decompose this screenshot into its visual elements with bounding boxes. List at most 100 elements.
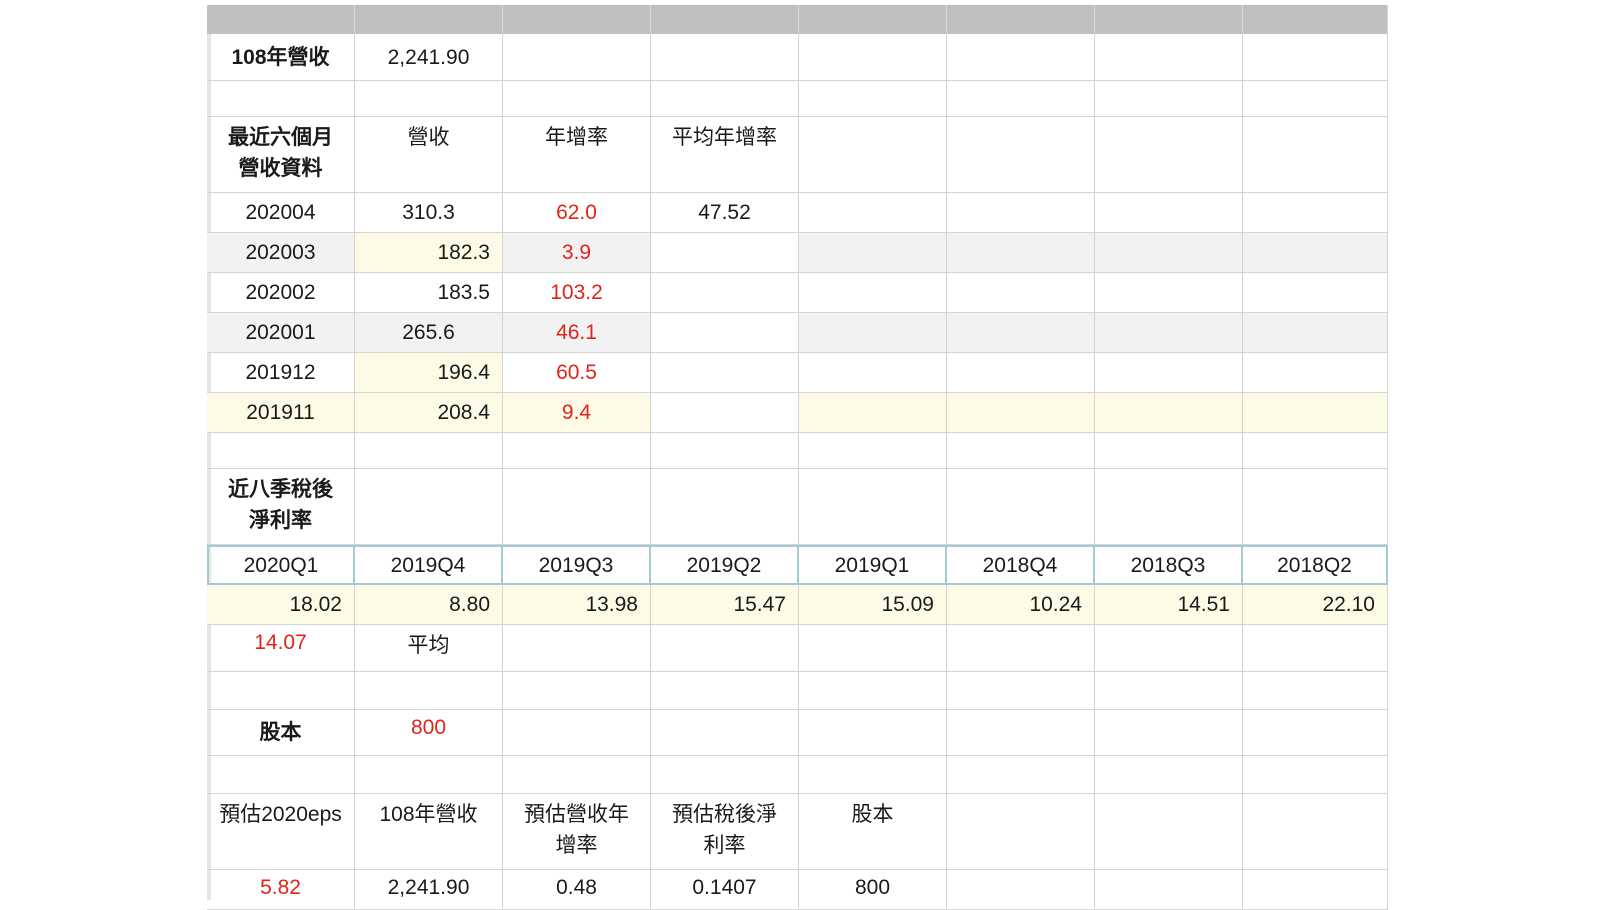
empty-cell[interactable]: [1095, 625, 1243, 671]
empty-cell[interactable]: [799, 353, 947, 392]
quarter-label-cell[interactable]: 2019Q1: [799, 547, 947, 583]
rev108-label-cell[interactable]: 108年營收: [207, 34, 355, 80]
month-cell[interactable]: 202002: [207, 273, 355, 312]
empty-cell[interactable]: [207, 81, 355, 116]
quarters-title-cell[interactable]: 近八季稅後淨利率: [207, 469, 355, 544]
empty-cell[interactable]: [1095, 870, 1243, 909]
empty-cell[interactable]: [651, 625, 799, 671]
empty-cell[interactable]: [799, 625, 947, 671]
empty-cell[interactable]: [503, 710, 651, 755]
empty-cell[interactable]: [947, 469, 1095, 544]
empty-cell[interactable]: [355, 433, 503, 468]
estimate-eps-header[interactable]: 預估2020eps: [207, 794, 355, 869]
empty-cell[interactable]: [355, 81, 503, 116]
empty-cell[interactable]: [1243, 710, 1388, 755]
revenue-cell[interactable]: 182.3: [355, 233, 503, 272]
quarter-value-cell[interactable]: 18.02: [207, 585, 355, 624]
revenue-cell[interactable]: 183.5: [355, 273, 503, 312]
empty-cell[interactable]: [947, 81, 1095, 116]
empty-cell[interactable]: [1243, 233, 1388, 272]
column-header-b[interactable]: [355, 5, 503, 34]
empty-cell[interactable]: [799, 81, 947, 116]
monthly-avg-yoy-header[interactable]: 平均年增率: [651, 117, 799, 192]
empty-cell[interactable]: [1243, 393, 1388, 432]
revenue-cell[interactable]: 196.4: [355, 353, 503, 392]
yoy-cell[interactable]: 103.2: [503, 273, 651, 312]
empty-cell[interactable]: [947, 870, 1095, 909]
quarter-value-cell[interactable]: 15.47: [651, 585, 799, 624]
empty-cell[interactable]: [1243, 273, 1388, 312]
monthly-yoy-header[interactable]: 年增率: [503, 117, 651, 192]
column-header-g[interactable]: [1095, 5, 1243, 34]
revenue-cell[interactable]: 208.4: [355, 393, 503, 432]
column-header-c[interactable]: [503, 5, 651, 34]
empty-cell[interactable]: [1095, 193, 1243, 232]
quarter-value-cell[interactable]: 13.98: [503, 585, 651, 624]
estimate-eps-value[interactable]: 5.82: [207, 870, 355, 909]
empty-cell[interactable]: [1095, 117, 1243, 192]
empty-cell[interactable]: [355, 672, 503, 709]
empty-cell[interactable]: [947, 233, 1095, 272]
empty-cell[interactable]: [1095, 273, 1243, 312]
yoy-cell[interactable]: 46.1: [503, 313, 651, 352]
empty-cell[interactable]: [1243, 353, 1388, 392]
quarter-label-cell[interactable]: 2019Q3: [503, 547, 651, 583]
empty-cell[interactable]: [503, 672, 651, 709]
estimate-rev-growth-value[interactable]: 0.48: [503, 870, 651, 909]
empty-cell[interactable]: [1243, 625, 1388, 671]
empty-cell[interactable]: [1095, 794, 1243, 869]
empty-cell[interactable]: [947, 117, 1095, 192]
empty-cell[interactable]: [503, 469, 651, 544]
quarter-value-cell[interactable]: 14.51: [1095, 585, 1243, 624]
quarter-value-cell[interactable]: 10.24: [947, 585, 1095, 624]
avg-yoy-cell[interactable]: [651, 233, 799, 272]
empty-cell[interactable]: [651, 469, 799, 544]
empty-cell[interactable]: [1095, 672, 1243, 709]
empty-cell[interactable]: [799, 710, 947, 755]
empty-cell[interactable]: [799, 273, 947, 312]
estimate-net-margin-value[interactable]: 0.1407: [651, 870, 799, 909]
empty-cell[interactable]: [947, 710, 1095, 755]
empty-cell[interactable]: [651, 672, 799, 709]
empty-cell[interactable]: [947, 672, 1095, 709]
quarter-label-cell[interactable]: 2018Q4: [947, 547, 1095, 583]
empty-cell[interactable]: [1243, 672, 1388, 709]
yoy-cell[interactable]: 3.9: [503, 233, 651, 272]
estimate-capital-header[interactable]: 股本: [799, 794, 947, 869]
empty-cell[interactable]: [1243, 433, 1388, 468]
empty-cell[interactable]: [503, 34, 651, 80]
empty-cell[interactable]: [651, 81, 799, 116]
empty-cell[interactable]: [503, 81, 651, 116]
empty-cell[interactable]: [651, 433, 799, 468]
empty-cell[interactable]: [207, 672, 355, 709]
estimate-capital-value[interactable]: 800: [799, 870, 947, 909]
capital-value-cell[interactable]: 800: [355, 710, 503, 755]
empty-cell[interactable]: [947, 353, 1095, 392]
empty-cell[interactable]: [207, 433, 355, 468]
rev108-value-cell[interactable]: 2,241.90: [355, 34, 503, 80]
empty-cell[interactable]: [947, 313, 1095, 352]
empty-cell[interactable]: [1243, 756, 1388, 793]
empty-cell[interactable]: [503, 625, 651, 671]
quarter-value-cell[interactable]: 15.09: [799, 585, 947, 624]
empty-cell[interactable]: [947, 393, 1095, 432]
monthly-title-cell[interactable]: 最近六個月營收資料: [207, 117, 355, 192]
empty-cell[interactable]: [503, 756, 651, 793]
month-cell[interactable]: 201911: [207, 393, 355, 432]
empty-cell[interactable]: [1095, 353, 1243, 392]
empty-cell[interactable]: [1095, 433, 1243, 468]
empty-cell[interactable]: [1243, 313, 1388, 352]
empty-cell[interactable]: [503, 433, 651, 468]
column-header-a[interactable]: [207, 5, 355, 34]
empty-cell[interactable]: [799, 117, 947, 192]
empty-cell[interactable]: [1243, 794, 1388, 869]
avg-yoy-cell[interactable]: 47.52: [651, 193, 799, 232]
quarter-average-label[interactable]: 平均: [355, 625, 503, 671]
empty-cell[interactable]: [1243, 870, 1388, 909]
empty-cell[interactable]: [1095, 756, 1243, 793]
estimate-net-margin-header[interactable]: 預估稅後淨利率: [651, 794, 799, 869]
empty-cell[interactable]: [1095, 81, 1243, 116]
empty-cell[interactable]: [947, 756, 1095, 793]
estimate-rev108-value[interactable]: 2,241.90: [355, 870, 503, 909]
quarter-label-cell[interactable]: 2018Q3: [1095, 547, 1243, 583]
